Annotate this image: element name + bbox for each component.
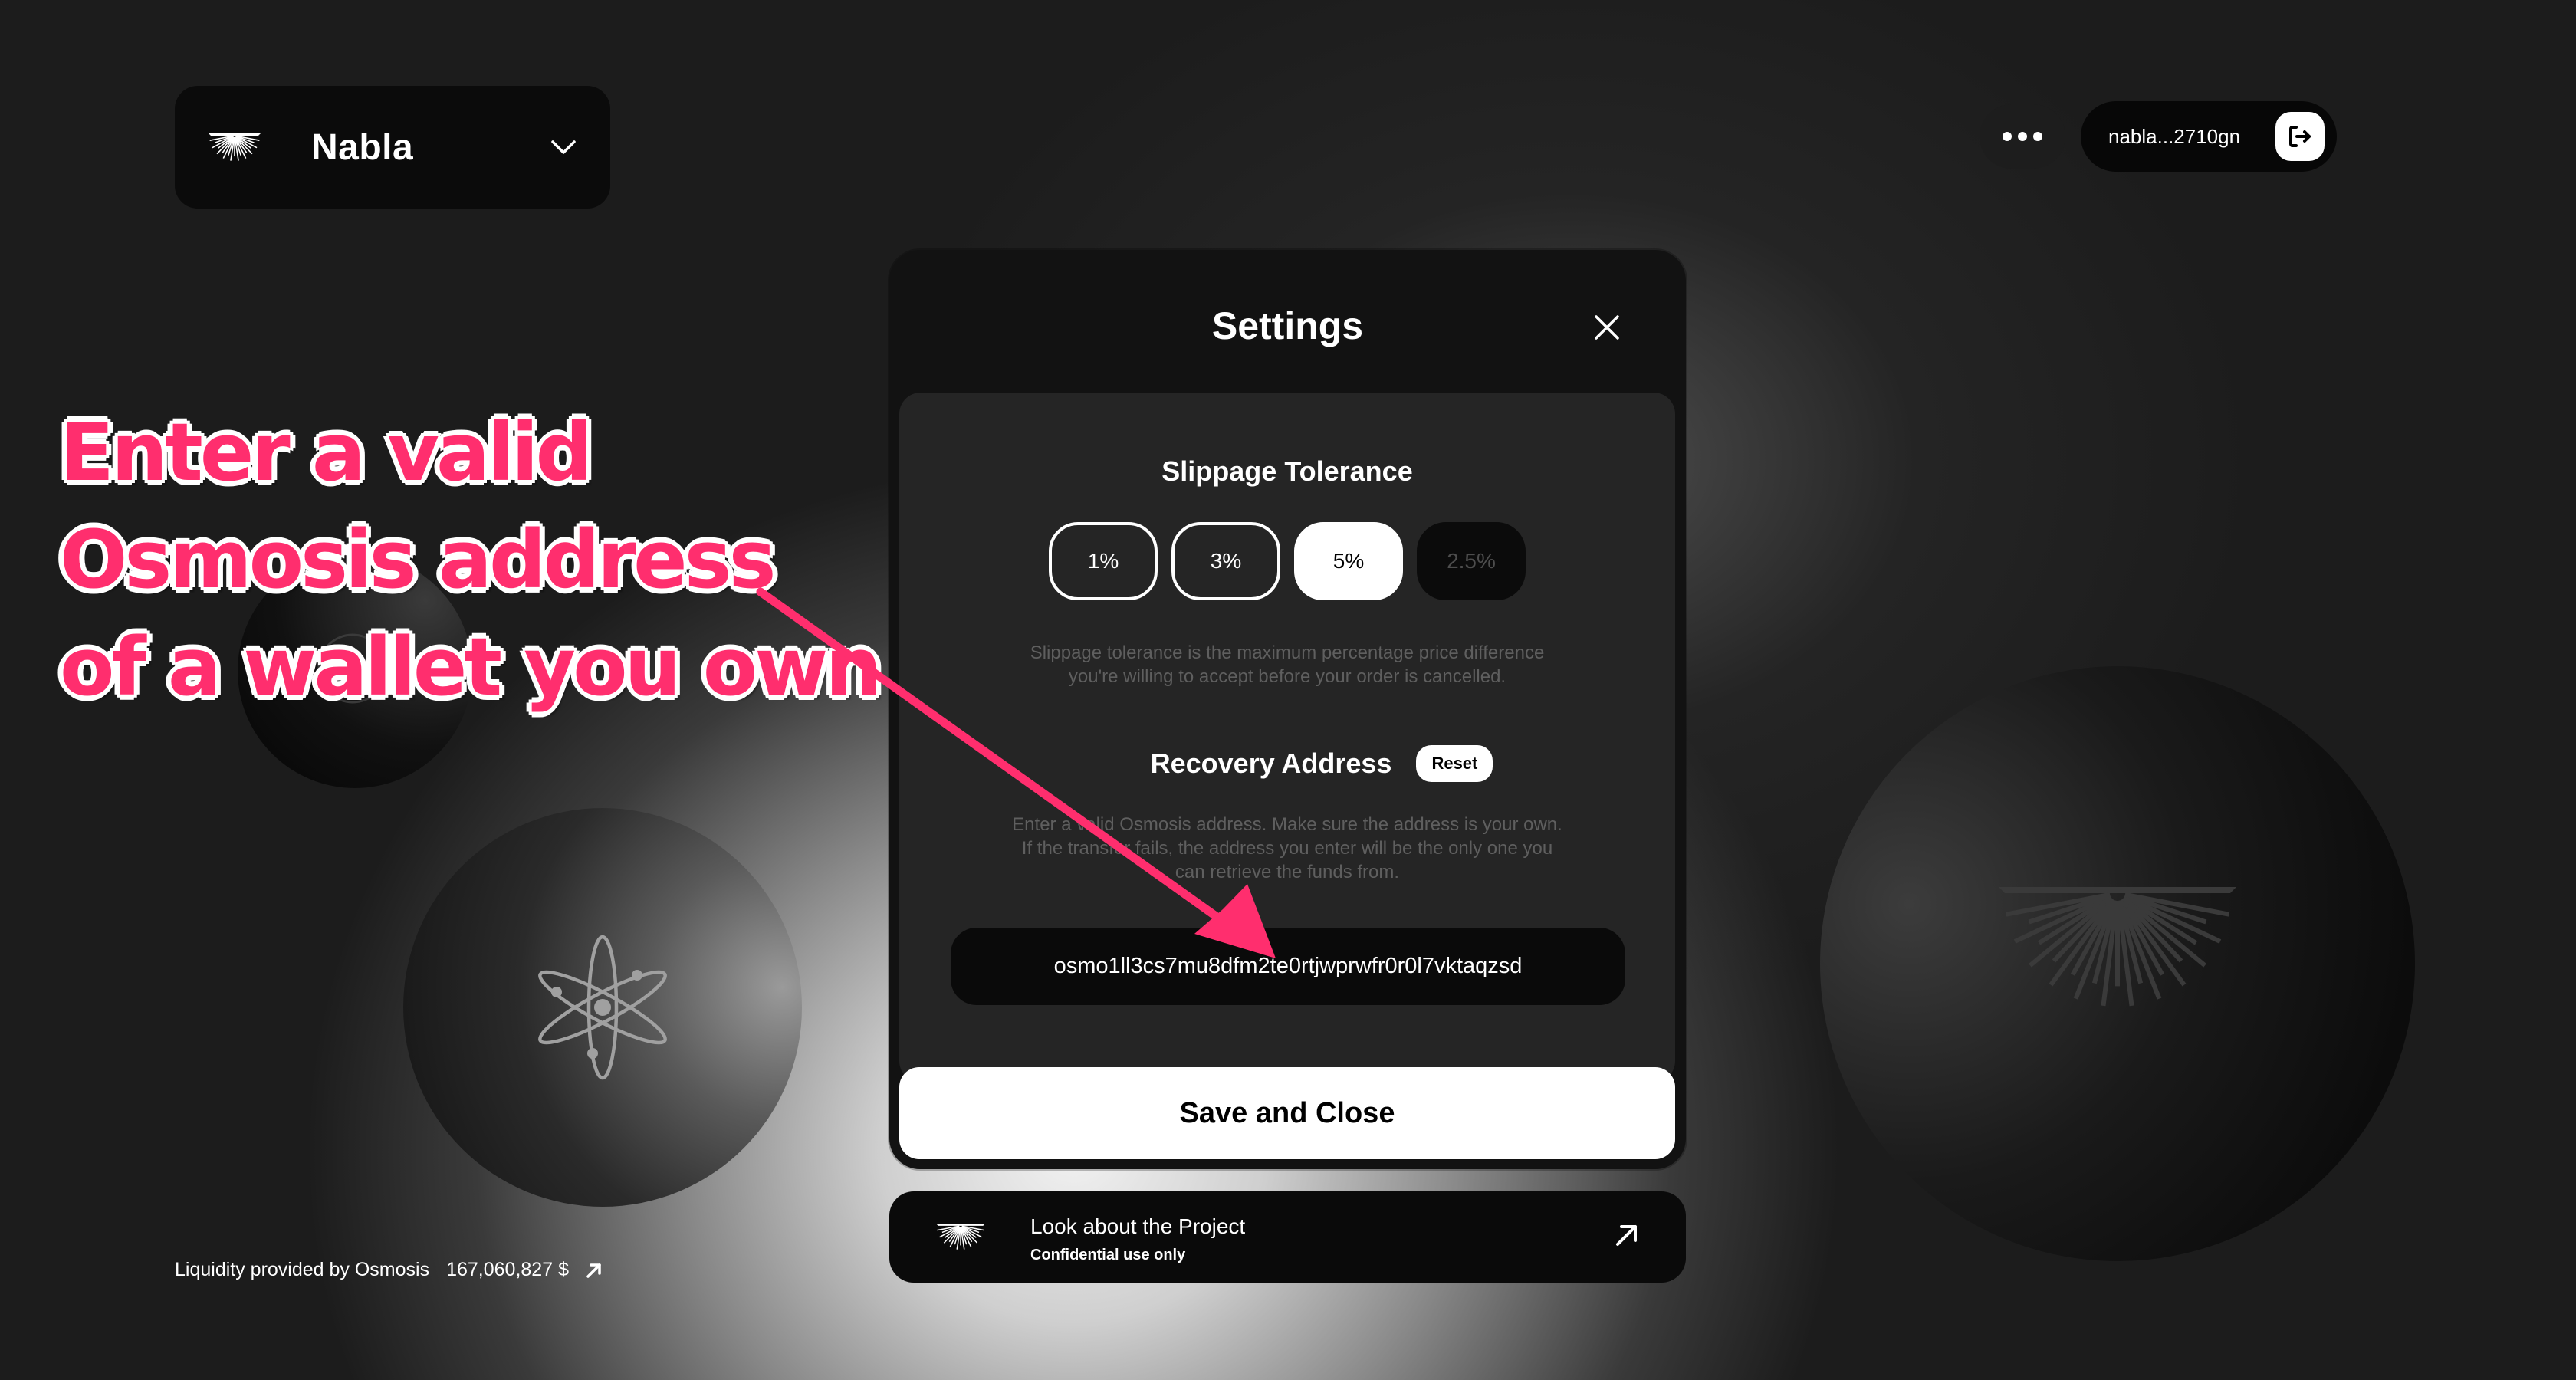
cosmos-atom-icon (538, 935, 667, 1080)
liquidity-info: Liquidity provided by Osmosis 167,060,82… (175, 1259, 603, 1281)
annotation-line: of a wallet you own (60, 620, 882, 714)
more-horizontal-icon (2003, 132, 2012, 141)
arrow-up-right-icon[interactable] (586, 1262, 603, 1279)
wallet-address-pill[interactable]: nabla...2710gn (2081, 101, 2337, 172)
recovery-title: Recovery Address (1150, 748, 1392, 779)
menu-dot (2033, 132, 2042, 141)
nabla-logo-icon (209, 133, 261, 161)
slippage-description-line: Slippage tolerance is the maximum percen… (1030, 642, 1545, 663)
slippage-description: Slippage tolerance is the maximum percen… (899, 641, 1675, 688)
recovery-description-line: can retrieve the funds from. (1175, 862, 1400, 882)
settings-title: Settings (1211, 304, 1364, 347)
slippage-option-3[interactable]: 3% (1171, 522, 1280, 600)
slippage-description-line: you're willing to accept before your ord… (1068, 666, 1506, 687)
nabla-logo-icon (1999, 887, 2236, 1007)
nabla-token-circle (1820, 666, 2415, 1261)
arrow-up-right-icon (1616, 1225, 1637, 1246)
project-card-subtitle: Confidential use only (1030, 1247, 1186, 1263)
wallet-address: nabla...2710gn (2108, 124, 2241, 148)
annotation-line: Enter a valid (60, 406, 593, 499)
slippage-custom-input[interactable]: 2.5% (1417, 522, 1526, 600)
liquidity-label: Liquidity provided by Osmosis (175, 1259, 430, 1280)
reset-button[interactable]: Reset (1416, 745, 1493, 782)
close-button[interactable] (1590, 310, 1624, 344)
recovery-description: Enter a valid Osmosis address. Make sure… (899, 813, 1675, 884)
project-card-title: Look about the Project (1030, 1214, 1246, 1238)
recovery-description-line: If the transfer fails, the address you e… (1021, 838, 1553, 859)
project-link-card[interactable]: Look about the Project Confidential use … (889, 1191, 1686, 1283)
chevron-down-icon (551, 140, 576, 154)
logout-button[interactable] (2275, 112, 2325, 161)
network-selector[interactable]: Nabla (175, 86, 610, 209)
nabla-logo-icon (935, 1224, 986, 1250)
recovery-address-input[interactable] (951, 928, 1625, 1005)
cosmos-token-circle (403, 808, 802, 1207)
slippage-option-5[interactable]: 5% (1294, 522, 1403, 600)
slippage-title: Slippage Tolerance (1162, 455, 1413, 487)
annotation-line: Osmosis address (60, 513, 777, 606)
slippage-options: 1% 3% 5% 2.5% (1049, 522, 1526, 600)
liquidity-value: 167,060,827 $ (446, 1259, 569, 1280)
save-and-close-button[interactable]: Save and Close (899, 1067, 1675, 1159)
menu-dot (2018, 132, 2027, 141)
close-icon (1595, 315, 1619, 340)
recovery-description-line: Enter a valid Osmosis address. Make sure… (1012, 814, 1562, 835)
slippage-option-1[interactable]: 1% (1049, 522, 1158, 600)
tutorial-annotation: Enter a valid Osmosis address of a walle… (60, 399, 882, 721)
network-name: Nabla (311, 127, 414, 168)
more-menu-button[interactable] (1980, 104, 2065, 169)
recovery-header: Recovery Address Reset (899, 745, 1675, 782)
logout-icon (2289, 126, 2311, 147)
